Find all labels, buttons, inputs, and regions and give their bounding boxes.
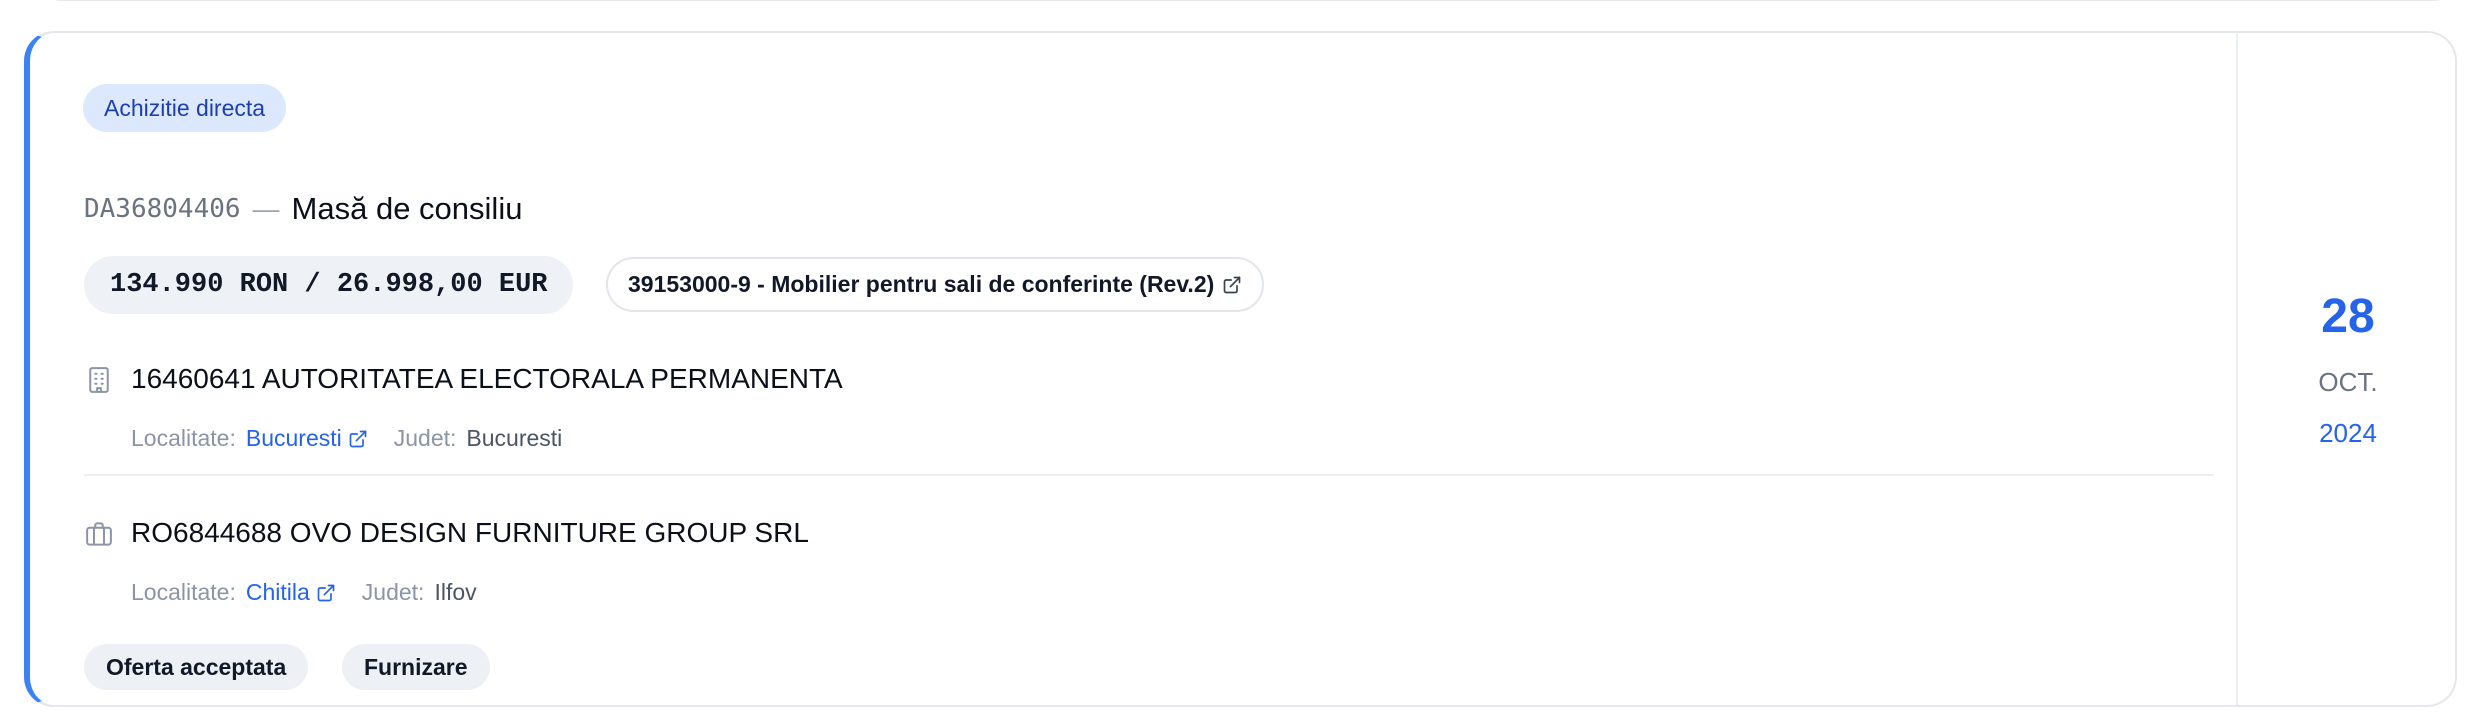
locality-label: Localitate: — [131, 425, 236, 451]
previous-card-edge — [40, 0, 2455, 1]
date-month: OCT. — [2318, 367, 2378, 397]
procedure-reference: DA36804406 — [84, 194, 241, 224]
procedure-type-badge: Achizitie directa — [83, 84, 287, 132]
title-separator: — — [252, 193, 280, 224]
supplier-name[interactable]: RO6844688 OVO DESIGN FURNITURE GROUP SRL — [131, 517, 809, 549]
supplier-locality: Chitila — [245, 579, 310, 605]
authority-name[interactable]: 16460641 AUTORITATEA ELECTORALA PERMANEN… — [131, 363, 843, 395]
external-link-icon — [1223, 276, 1241, 294]
cpv-code-link[interactable]: 39153000-9 - Mobilier pentru sali de con… — [606, 257, 1265, 312]
contract-type-tag: Furnizare — [342, 644, 490, 690]
supplier-locality-link[interactable]: Chitila — [246, 579, 336, 605]
cpv-code-label: 39153000-9 - Mobilier pentru sali de con… — [628, 271, 1215, 297]
title-row: DA36804406 — Masă de consiliu — [84, 191, 522, 227]
building-icon — [89, 367, 109, 393]
supplier-location: Localitate: Chitila Judet: Ilfov — [131, 579, 477, 606]
card-main: Achizitie directa DA36804406 — Masă de con… — [30, 33, 2236, 705]
date-day: 28 — [2321, 290, 2375, 343]
authority-locality-link[interactable]: Bucuresti — [246, 425, 368, 451]
date-year: 2024 — [2319, 418, 2377, 448]
external-link-icon — [317, 584, 335, 602]
price-badge: 134.990 RON / 26.998,00 EUR — [84, 256, 574, 314]
party-divider — [84, 474, 2214, 476]
procedure-title[interactable]: Masă de consiliu — [292, 191, 523, 226]
authority-county: Bucuresti — [466, 425, 563, 451]
locality-label: Localitate: — [131, 579, 236, 605]
authority-location: Localitate: Bucuresti Judet: Bucuresti — [131, 425, 562, 452]
procurement-card[interactable]: Achizitie directa DA36804406 — Masă de con… — [24, 31, 2457, 707]
county-label: Judet: — [361, 579, 425, 605]
briefcase-icon — [86, 522, 112, 546]
supplier-county: Ilfov — [434, 579, 477, 605]
date-panel: 28 OCT. 2024 — [2236, 33, 2455, 705]
external-link-icon — [349, 430, 367, 448]
status-tag: Oferta acceptata — [84, 644, 309, 690]
authority-locality: Bucuresti — [245, 425, 342, 451]
county-label: Judet: — [393, 425, 457, 451]
